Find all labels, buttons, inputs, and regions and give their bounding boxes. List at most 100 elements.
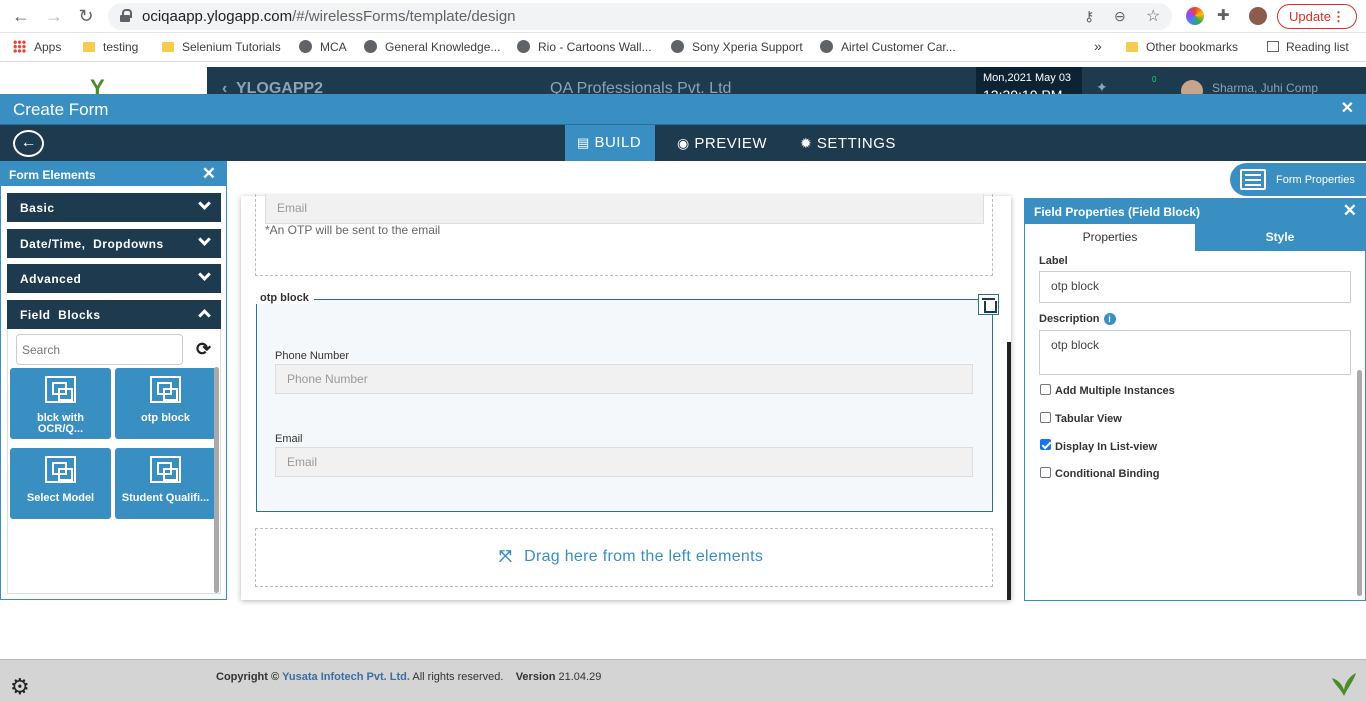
tile-label: Student Qualifi... bbox=[121, 492, 210, 504]
profile-avatar[interactable] bbox=[1249, 7, 1267, 25]
form-elements-header: Form Elements ✕ bbox=[1, 162, 226, 186]
user-name[interactable]: Sharma, Juhi Comp bbox=[1212, 81, 1318, 95]
checkbox-label: Conditional Binding bbox=[1055, 468, 1160, 480]
folder-icon bbox=[162, 42, 174, 52]
bookmark-other[interactable]: Other bookmarks bbox=[1126, 40, 1238, 54]
bookmark-rio[interactable]: Rio - Cartoons Wall... bbox=[517, 40, 652, 54]
tabular-view-checkbox[interactable] bbox=[1040, 412, 1051, 423]
key-icon[interactable]: ⚷ bbox=[1084, 8, 1094, 25]
folder-icon bbox=[83, 42, 95, 52]
gear-icon: ✹ bbox=[800, 135, 813, 151]
bookmark-sony[interactable]: Sony Xperia Support bbox=[671, 40, 803, 54]
chevron-down-icon bbox=[199, 235, 209, 245]
bookmark-testing[interactable]: testing bbox=[83, 40, 138, 54]
accordion-label: Basic bbox=[20, 201, 55, 215]
field-properties-title: Field Properties (Field Block) bbox=[1034, 205, 1201, 219]
reading-list[interactable]: Reading list bbox=[1267, 40, 1349, 54]
notification-count: 0 bbox=[1152, 75, 1157, 84]
scrollbar[interactable] bbox=[1007, 342, 1011, 600]
email-field-top[interactable]: Email bbox=[265, 194, 984, 224]
form-elements-title: Form Elements bbox=[9, 168, 96, 182]
gear-icon[interactable]: ⚙ bbox=[10, 674, 30, 700]
puzzle-icon[interactable]: ✚ bbox=[1217, 6, 1230, 24]
more-bookmarks-icon[interactable]: » bbox=[1094, 38, 1102, 54]
otp-field-block[interactable]: Phone Number Phone Number Email Email bbox=[256, 299, 993, 512]
form-properties-icon bbox=[1240, 169, 1266, 190]
description-textarea[interactable]: otp block bbox=[1039, 330, 1351, 375]
form-canvas: Email *An OTP will be sent to the email … bbox=[241, 194, 1011, 600]
accordion-field-blocks[interactable]: Field Blocks bbox=[7, 300, 221, 329]
apps-grid-icon bbox=[13, 40, 26, 53]
extension-color-icon[interactable] bbox=[1186, 7, 1204, 25]
footer: ⚙ Copyright © Yusata Infotech Pvt. Ltd. … bbox=[0, 659, 1366, 702]
build-icon: ▤ bbox=[577, 135, 590, 150]
datetime-box: Mon,2021 May 03 12:30:10 PM bbox=[976, 67, 1082, 95]
trash-icon[interactable] bbox=[978, 294, 999, 315]
tab-style[interactable]: Style bbox=[1195, 224, 1365, 251]
back-button[interactable]: ← bbox=[13, 130, 44, 157]
globe-icon bbox=[820, 40, 833, 53]
reload-icon[interactable]: ↻ bbox=[74, 5, 98, 27]
accordion-datetime-dropdowns[interactable]: Date/Time, Dropdowns bbox=[7, 229, 221, 258]
address-bar[interactable]: ociqaapp.ylogapp.com/#/wirelessForms/tem… bbox=[108, 3, 1172, 30]
bookmark-airtel[interactable]: Airtel Customer Car... bbox=[820, 40, 956, 54]
drop-zone[interactable]: ⤧ Drag here from the left elements bbox=[255, 528, 993, 587]
folder-icon bbox=[1126, 42, 1138, 52]
globe-icon bbox=[364, 40, 377, 53]
scrollbar[interactable] bbox=[214, 367, 219, 593]
field-properties-header: Field Properties (Field Block) ✕ bbox=[1025, 199, 1365, 224]
field-block-tile[interactable]: blck with OCR/Q... bbox=[10, 368, 111, 439]
browser-toolbar: ← → ↻ ociqaapp.ylogapp.com/#/wirelessFor… bbox=[0, 0, 1366, 33]
email-field[interactable]: Email bbox=[275, 447, 973, 477]
search-input[interactable] bbox=[16, 334, 183, 365]
bookmark-mca[interactable]: MCA bbox=[299, 40, 347, 54]
refresh-icon[interactable]: ⟳ bbox=[196, 339, 211, 360]
bookmark-selenium[interactable]: Selenium Tutorials bbox=[162, 40, 281, 54]
label-caption: Label bbox=[1039, 255, 1068, 267]
update-button[interactable]: Update ⋮ bbox=[1277, 4, 1357, 29]
tab-settings[interactable]: ✹ SETTINGS bbox=[788, 125, 908, 161]
tile-label: Select Model bbox=[26, 492, 95, 504]
display-in-list-view-checkbox[interactable] bbox=[1040, 439, 1051, 450]
block-icon bbox=[150, 456, 181, 483]
company-link[interactable]: Yusata Infotech Pvt. Ltd. bbox=[282, 671, 410, 683]
tile-label: blck with OCR/Q... bbox=[36, 412, 85, 435]
scrollbar[interactable] bbox=[1357, 370, 1362, 596]
form-properties-button[interactable]: Form Properties bbox=[1230, 163, 1366, 196]
chevron-down-icon bbox=[199, 199, 209, 209]
close-icon[interactable]: ✕ bbox=[1343, 201, 1357, 221]
field-block-tile[interactable]: Student Qualifi... bbox=[115, 448, 216, 519]
user-avatar[interactable] bbox=[1181, 80, 1203, 95]
phone-field[interactable]: Phone Number bbox=[275, 364, 973, 394]
company-name: QA Professionals Pvt. Ltd bbox=[550, 80, 732, 95]
field-block-tile[interactable]: otp block bbox=[115, 368, 216, 439]
zoom-icon[interactable]: ⊖ bbox=[1114, 8, 1126, 25]
block-icon bbox=[45, 456, 76, 483]
description-caption: Description i bbox=[1039, 313, 1116, 325]
add-multiple-instances-checkbox[interactable] bbox=[1040, 384, 1051, 395]
block-icon bbox=[45, 376, 76, 403]
run-icon[interactable]: ✦ bbox=[1096, 79, 1108, 95]
star-icon[interactable]: ☆ bbox=[1146, 6, 1160, 26]
close-icon[interactable]: ✕ bbox=[202, 164, 216, 184]
leaf-logo-icon bbox=[1330, 670, 1358, 698]
forward-arrow-icon[interactable]: → bbox=[42, 5, 66, 27]
conditional-binding-checkbox[interactable] bbox=[1040, 467, 1051, 478]
back-arrow-icon[interactable]: ← bbox=[9, 5, 33, 27]
tab-properties[interactable]: Properties bbox=[1025, 224, 1195, 251]
bookmark-apps[interactable]: Apps bbox=[13, 40, 61, 54]
info-icon[interactable]: i bbox=[1103, 313, 1116, 325]
bookmark-gk[interactable]: General Knowledge... bbox=[364, 40, 500, 54]
tab-preview[interactable]: ◉ PREVIEW bbox=[665, 125, 779, 161]
accordion-basic[interactable]: Basic bbox=[7, 193, 221, 222]
block-icon bbox=[150, 376, 181, 403]
field-block-tile[interactable]: Select Model bbox=[10, 448, 111, 519]
label-input[interactable]: otp block bbox=[1039, 271, 1351, 303]
create-form-nav: ← ▤ BUILD ◉ PREVIEW ✹ SETTINGS bbox=[0, 125, 1366, 161]
close-icon[interactable]: ✕ bbox=[1341, 98, 1354, 118]
date-text: Mon,2021 May 03 bbox=[983, 72, 1072, 84]
accordion-advanced[interactable]: Advanced bbox=[7, 264, 221, 293]
tab-build[interactable]: ▤ BUILD bbox=[565, 125, 655, 161]
app-header-background: Y ‹ YLOGAPP2 QA Professionals Pvt. Ltd M… bbox=[0, 67, 1366, 95]
form-properties-label: Form Properties bbox=[1276, 174, 1355, 186]
